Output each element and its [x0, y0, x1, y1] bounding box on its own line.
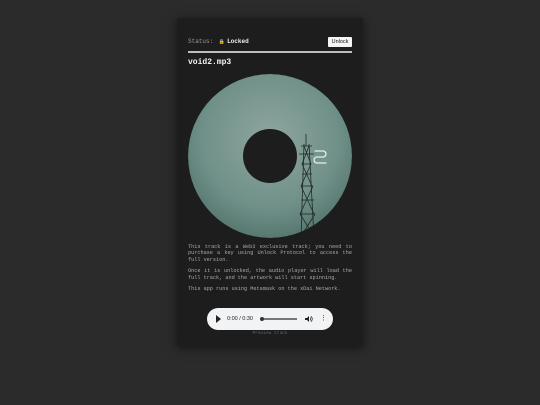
- more-vert-icon[interactable]: ⋮: [320, 314, 327, 324]
- status-value: Locked: [227, 38, 249, 45]
- status-row: Status: 🔒 Locked Unlock: [188, 37, 352, 47]
- unlock-button[interactable]: Unlock: [328, 37, 352, 47]
- description-paragraph-3: This app runs using Metamask on the xDai…: [188, 286, 341, 293]
- status-label: Status:: [188, 38, 214, 45]
- seek-slider[interactable]: [260, 316, 297, 321]
- track-title: void2.mp3: [188, 58, 232, 67]
- track-description: This track is a Web3 exclusive track; yo…: [188, 244, 352, 297]
- audio-player: 0:00 / 0:30 ⋮: [207, 308, 333, 330]
- seek-knob[interactable]: [260, 316, 264, 321]
- preview-caption: Preview track: [252, 331, 288, 336]
- volume-icon[interactable]: [305, 315, 313, 323]
- track-progress-bar: [188, 51, 352, 53]
- playback-time: 0:00 / 0:30: [227, 316, 253, 322]
- play-icon[interactable]: [216, 315, 221, 323]
- album-artwork-disc: [188, 74, 352, 238]
- player-card: Status: 🔒 Locked Unlock void2.mp3 This t…: [177, 18, 363, 346]
- track-progress-fill: [188, 51, 352, 53]
- lock-icon: 🔒: [218, 39, 226, 45]
- description-paragraph-1: This track is a Web3 exclusive track; yo…: [188, 244, 352, 263]
- description-paragraph-2: Once it is unlocked, the audio player wi…: [188, 268, 352, 281]
